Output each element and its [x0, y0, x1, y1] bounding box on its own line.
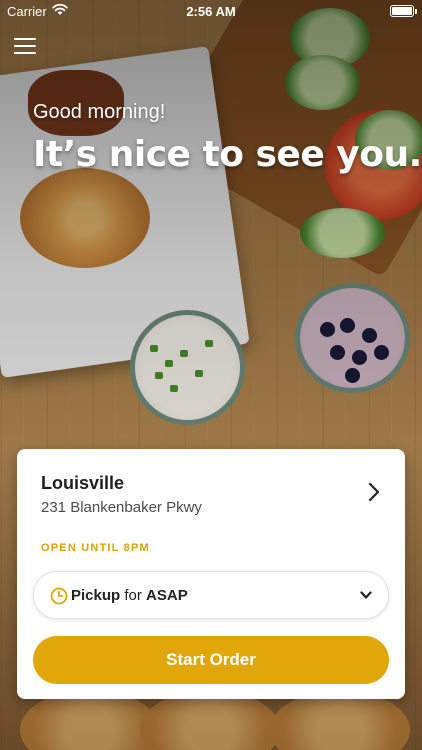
welcome-title: It’s nice to see you. [33, 134, 422, 175]
order-mode-text: Pickup for ASAP [71, 587, 188, 604]
start-order-button[interactable]: Start Order [33, 636, 389, 684]
chevron-right-icon [368, 482, 380, 502]
chevron-down-icon [360, 591, 372, 599]
location-name: Louisville [41, 473, 125, 493]
location-selector[interactable]: Louisville 231 Blankenbaker Pkwy [17, 449, 405, 529]
clock-time: 2:56 AM [186, 4, 236, 19]
hamburger-menu-icon[interactable] [14, 38, 36, 58]
order-time: ASAP [146, 587, 188, 604]
location-address: 231 Blankenbaker Pkwy [41, 499, 202, 516]
status-bar: Carrier 2:56 AM [0, 0, 422, 24]
greeting-text: Good morning! [33, 101, 166, 123]
battery-icon [390, 5, 417, 17]
location-card: Louisville 231 Blankenbaker Pkwy OPEN UN… [17, 449, 405, 699]
order-mode-selector[interactable]: Pickup for ASAP [33, 571, 389, 619]
clock-icon [50, 587, 68, 605]
store-hours: OPEN UNTIL 8PM [41, 542, 150, 554]
order-connector: for [124, 587, 142, 604]
order-type: Pickup [71, 587, 121, 604]
